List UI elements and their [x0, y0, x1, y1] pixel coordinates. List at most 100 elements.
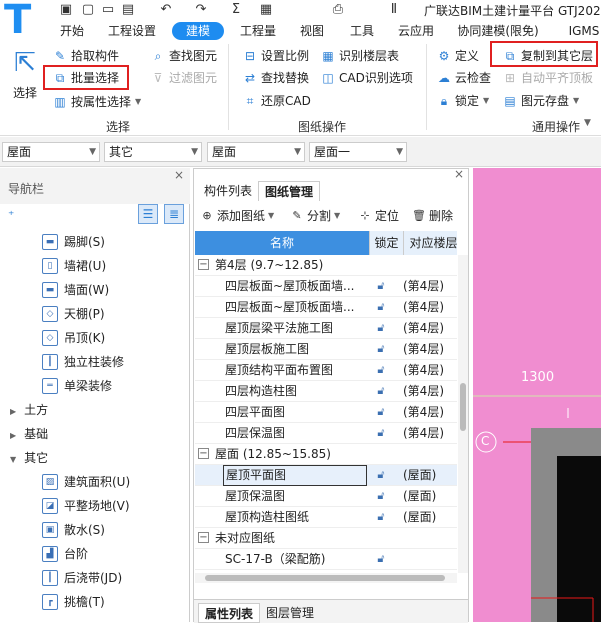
- table-row[interactable]: 四层保温图 🔓︎ (第4层): [195, 423, 457, 444]
- table-row[interactable]: 屋顶保温图 🔓︎ (屋面): [195, 486, 457, 507]
- tab-project-settings[interactable]: 工程设置: [102, 22, 162, 40]
- table-row[interactable]: 屋顶平面图 🔓︎ (屋面): [195, 465, 457, 486]
- lock-icon[interactable]: 🔓︎: [373, 405, 389, 419]
- column-header-name[interactable]: 名称: [195, 231, 369, 255]
- lock-icon[interactable]: 🔓︎: [373, 384, 389, 398]
- scrollbar-thumb[interactable]: [205, 575, 445, 581]
- nav-item-suspended-ceiling[interactable]: ◇ 吊顶(K): [42, 326, 105, 350]
- cad-options-button[interactable]: ◫ CAD识别选项: [320, 68, 413, 88]
- filter-element-button[interactable]: ⊽ 过滤图元: [150, 68, 217, 88]
- nav-item-beam-finish[interactable]: ═ 单梁装修: [42, 374, 112, 398]
- locate-button[interactable]: ⊹ 定位: [358, 207, 399, 225]
- nav-item-wall-surface[interactable]: ▬ 墙面(W): [42, 278, 109, 302]
- tab-collab-modeling[interactable]: 协同建模(限免): [452, 22, 544, 40]
- select-by-attr-button[interactable]: ▥ 按属性选择 ▼: [52, 92, 141, 112]
- tab-quantity[interactable]: 工程量: [234, 22, 282, 40]
- table-row[interactable]: 屋顶结构平面布置图 🔓︎ (第4层): [195, 360, 457, 381]
- nav-item-skirting[interactable]: ▬ 踢脚(S): [42, 230, 105, 254]
- item-select[interactable]: 屋面一 ▼: [309, 142, 407, 162]
- auto-flat-button[interactable]: ⊞ 自动平齐顶板: [502, 68, 593, 88]
- tab-modeling[interactable]: 建模: [172, 22, 224, 40]
- delete-button[interactable]: 🗑︎ 删除: [412, 207, 453, 225]
- component-select[interactable]: 屋面 ▼: [207, 142, 305, 162]
- table-row[interactable]: SC-17-B（梁配筋) 🔓︎: [195, 549, 457, 570]
- collapse-icon[interactable]: −: [198, 259, 209, 270]
- table-row[interactable]: 四层构造柱图 🔓︎ (第4层): [195, 381, 457, 402]
- nav-item-ceiling[interactable]: ◇ 天棚(P): [42, 302, 105, 326]
- group-row[interactable]: − 屋面 (12.85~15.85): [195, 444, 457, 465]
- tab-tools[interactable]: 工具: [342, 22, 382, 40]
- select-button[interactable]: ⇱ 选择: [8, 48, 42, 108]
- drawing-canvas[interactable]: 1300 C: [473, 168, 601, 622]
- identify-floor-table-button[interactable]: ▦ 识别楼层表: [320, 46, 399, 66]
- horizontal-scrollbar[interactable]: [195, 573, 457, 583]
- nav-item-cornice[interactable]: ┏ 挑檐(T): [42, 590, 105, 614]
- chevron-down-icon[interactable]: ▼: [584, 118, 591, 128]
- lock-icon[interactable]: 🔓︎: [373, 426, 389, 440]
- table-row[interactable]: 四层板面~屋顶板面墙... 🔓︎ (第4层): [195, 297, 457, 318]
- table-row[interactable]: 屋顶构造柱图纸 🔓︎ (屋面): [195, 507, 457, 528]
- expand-icon[interactable]: ⁺: [8, 208, 14, 222]
- type-select[interactable]: 其它 ▼: [104, 142, 202, 162]
- table-row[interactable]: 四层平面图 🔓︎ (第4层): [195, 402, 457, 423]
- find-element-button[interactable]: ⌕ 查找图元: [150, 46, 217, 66]
- lock-icon[interactable]: 🔓︎: [373, 363, 389, 377]
- define-button[interactable]: ⚙ 定义: [436, 46, 479, 66]
- nav-item-site-leveling[interactable]: ◪ 平整场地(V): [42, 494, 130, 518]
- nav-item-post-pour-strip[interactable]: ┃ 后浇带(JD): [42, 566, 122, 590]
- tab-cloud[interactable]: 云应用: [392, 22, 440, 40]
- save-as-icon[interactable]: ▤: [120, 2, 136, 18]
- close-icon[interactable]: ×: [454, 167, 464, 181]
- nav-item-steps[interactable]: ▟ 台阶: [42, 542, 88, 566]
- nav-category-earthwork[interactable]: ▶ 土方: [10, 398, 48, 422]
- nav-item-building-area[interactable]: ▨ 建筑面积(U): [42, 470, 130, 494]
- save-icon[interactable]: ▣: [58, 2, 74, 18]
- scrollbar-thumb[interactable]: [460, 383, 466, 431]
- column-header-lock[interactable]: 锁定: [369, 231, 403, 255]
- lock-icon[interactable]: 🔓︎: [373, 342, 389, 356]
- tab-property-list[interactable]: 属性列表: [198, 603, 261, 623]
- tab-drawing-management[interactable]: 图纸管理: [258, 181, 321, 201]
- close-icon[interactable]: ×: [174, 168, 184, 182]
- list-view-icon[interactable]: ☰: [138, 204, 158, 224]
- nav-category-other[interactable]: ▼ 其它: [10, 446, 48, 470]
- lock-icon[interactable]: 🔓︎: [373, 321, 389, 335]
- nav-category-foundation[interactable]: ▶ 基础: [10, 422, 48, 446]
- add-drawing-button[interactable]: ⊕ 添加图纸 ▼: [200, 207, 274, 225]
- lock-icon[interactable]: 🔓︎: [373, 279, 389, 293]
- tab-component-list[interactable]: 构件列表: [198, 181, 258, 201]
- column-header-floor[interactable]: 对应楼层: [403, 231, 463, 255]
- save-element-button[interactable]: ▤ 图元存盘 ▼: [502, 91, 579, 111]
- restore-cad-button[interactable]: ⌗ 还原CAD: [242, 91, 311, 111]
- nav-item-apron[interactable]: ▣ 散水(S): [42, 518, 105, 542]
- nav-item-dado[interactable]: ▯ 墙裙(U): [42, 254, 106, 278]
- floor-select[interactable]: 屋面 ▼: [2, 142, 100, 162]
- table-row[interactable]: 屋顶层板施工图 🔓︎ (第4层): [195, 339, 457, 360]
- group-row[interactable]: − 未对应图纸: [195, 528, 457, 549]
- table-row[interactable]: 屋顶层梁平法施工图 🔓︎ (第4层): [195, 318, 457, 339]
- sum-icon[interactable]: Σ: [228, 2, 244, 18]
- lock-button[interactable]: 🔒︎ 锁定 ▼: [436, 91, 489, 111]
- lock-icon[interactable]: 🔓︎: [373, 468, 389, 482]
- group-row[interactable]: − 第4层 (9.7~12.85): [195, 255, 457, 276]
- undo-icon[interactable]: ↶: [158, 2, 174, 18]
- split-button[interactable]: ✎ 分割 ▼: [290, 207, 340, 225]
- new-file-icon[interactable]: ▢: [80, 2, 96, 18]
- set-scale-button[interactable]: ⊟ 设置比例: [242, 46, 309, 66]
- find-replace-button[interactable]: ⇄ 查找替换: [242, 68, 309, 88]
- tab-view[interactable]: 视图: [292, 22, 332, 40]
- nav-item-column-finish[interactable]: ┃ 独立柱装修: [42, 350, 124, 374]
- detail-view-icon[interactable]: ≣: [164, 204, 184, 224]
- tab-layer-management[interactable]: 图层管理: [260, 603, 320, 623]
- collapse-icon[interactable]: −: [198, 532, 209, 543]
- lock-icon[interactable]: 🔓︎: [373, 489, 389, 503]
- pick-component-button[interactable]: ✎ 拾取构件: [52, 46, 119, 66]
- text-icon[interactable]: Ⅱ: [386, 2, 402, 18]
- lock-icon[interactable]: 🔓︎: [373, 510, 389, 524]
- print-icon[interactable]: ⎙: [330, 2, 346, 18]
- lock-icon[interactable]: 🔓︎: [373, 552, 389, 566]
- open-folder-icon[interactable]: ▭: [100, 2, 116, 18]
- redo-icon[interactable]: ↷: [193, 2, 209, 18]
- vertical-scrollbar[interactable]: [458, 255, 468, 573]
- collapse-icon[interactable]: −: [198, 448, 209, 459]
